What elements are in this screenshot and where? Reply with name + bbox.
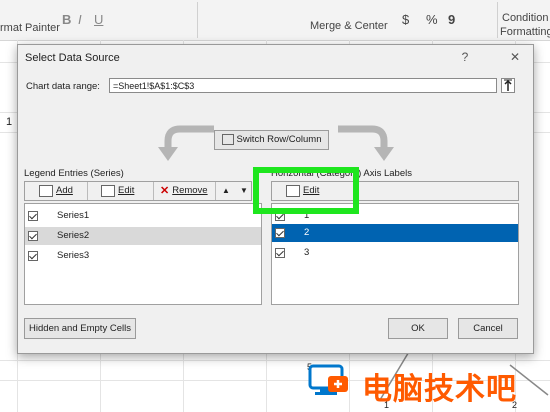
axis-checkbox[interactable] — [275, 248, 285, 258]
remove-label: Remove — [172, 185, 208, 196]
legend-entries-label: Legend Entries (Series) — [24, 168, 124, 179]
remove-icon: ✕ — [160, 185, 170, 197]
series-label: Series1 — [57, 210, 90, 221]
italic-icon[interactable]: I — [78, 12, 82, 27]
series-label: Series2 — [57, 230, 90, 241]
collapse-range-button[interactable] — [501, 78, 515, 93]
axis-labels-list: 1 2 3 — [271, 203, 519, 305]
edit-label: Edit — [118, 185, 135, 196]
axis-item-label: 3 — [304, 247, 310, 258]
axis-item-label: 2 — [304, 227, 310, 238]
format-painter-label[interactable]: rmat Painter — [0, 22, 60, 34]
edit-series-button[interactable]: Edit — [101, 182, 134, 200]
add-icon — [39, 185, 53, 197]
series-checkbox[interactable] — [28, 211, 38, 221]
underline-icon[interactable]: U — [94, 12, 103, 27]
ok-button[interactable]: OK — [388, 318, 448, 339]
series-row-3[interactable]: Series3 — [25, 247, 261, 265]
series-row-1[interactable]: Series1 — [25, 207, 261, 225]
excel-ribbon: B I U rmat Painter Merge & Center $ % 9 … — [0, 0, 550, 41]
left-curve-arrow-icon — [158, 125, 214, 161]
cancel-button[interactable]: Cancel — [458, 318, 518, 339]
highlight-box — [253, 167, 359, 214]
toolbar-separator — [87, 182, 88, 200]
watermark-text: 电脑技术吧 — [362, 373, 517, 406]
close-button[interactable]: ✕ — [505, 48, 525, 66]
move-up-icon[interactable]: ▲ — [222, 182, 230, 200]
axis-row-2[interactable]: 2 — [272, 224, 518, 242]
add-label: Add — [56, 185, 73, 196]
switch-icon — [221, 133, 234, 145]
axis-row-3[interactable]: 3 — [272, 244, 518, 262]
row-header: 1 — [6, 116, 13, 128]
help-button[interactable]: ? — [455, 48, 475, 66]
comma-style-icon[interactable]: 9 — [448, 12, 455, 27]
right-curve-arrow-icon — [338, 125, 394, 161]
conditional-formatting-label-2[interactable]: Formatting — [500, 26, 550, 38]
series-checkbox[interactable] — [28, 231, 38, 241]
watermark-logo-icon — [308, 364, 348, 395]
legend-entries-list: Series1 Series2 Series3 — [24, 203, 262, 305]
range-select-icon — [504, 79, 512, 91]
ribbon-separator — [197, 2, 198, 38]
merge-center-button[interactable]: Merge & Center — [310, 20, 388, 32]
edit-icon — [101, 185, 115, 197]
series-label: Series3 — [57, 250, 90, 261]
toolbar-separator — [215, 182, 216, 200]
remove-series-button[interactable]: ✕ Remove — [160, 182, 208, 200]
switch-row-column-label: Switch Row/Column — [236, 134, 322, 145]
dialog-title: Select Data Source — [25, 52, 120, 64]
percent-icon[interactable]: % — [426, 12, 438, 27]
chart-data-range-input[interactable]: =Sheet1!$A$1:$C$3 — [109, 78, 497, 93]
currency-icon[interactable]: $ — [402, 12, 409, 27]
legend-toolbar: Add Edit ✕ Remove ▲ ▼ — [24, 181, 252, 201]
hidden-empty-cells-button[interactable]: Hidden and Empty Cells — [24, 318, 136, 339]
add-series-button[interactable]: Add — [39, 182, 73, 200]
switch-row-column-button[interactable]: Switch Row/Column — [214, 130, 329, 150]
conditional-formatting-label-1[interactable]: Condition — [502, 12, 548, 24]
series-row-2[interactable]: Series2 — [25, 227, 261, 245]
axis-checkbox[interactable] — [275, 228, 285, 238]
chart-data-range-label: Chart data range: — [26, 81, 100, 92]
series-checkbox[interactable] — [28, 251, 38, 261]
ribbon-separator — [497, 2, 498, 38]
toolbar-separator — [153, 182, 154, 200]
move-down-icon[interactable]: ▼ — [240, 182, 248, 200]
bold-icon[interactable]: B — [62, 12, 71, 27]
